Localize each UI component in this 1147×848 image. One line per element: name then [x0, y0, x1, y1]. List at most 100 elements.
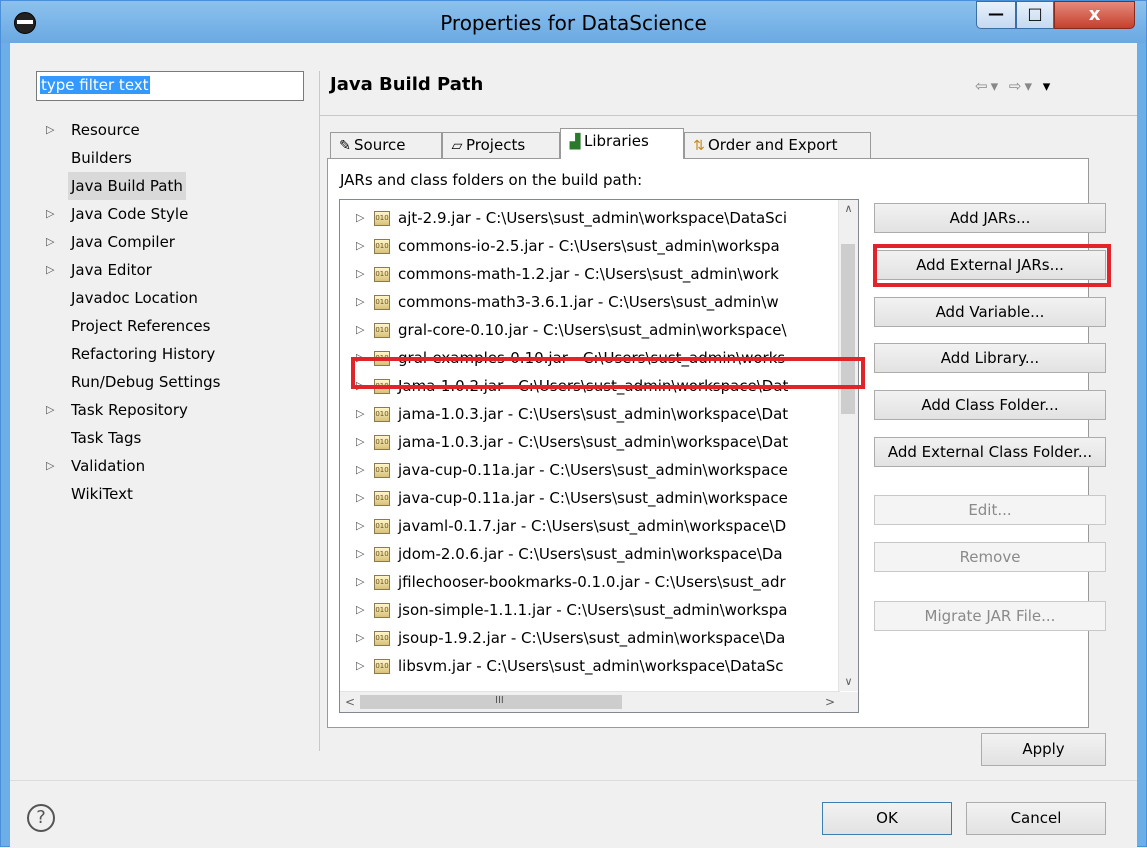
- cancel-button[interactable]: Cancel: [966, 802, 1106, 835]
- scroll-right-icon[interactable]: >: [821, 693, 839, 711]
- library-row[interactable]: ▷ 010 commons-math-1.2.jar - C:\Users\sust…: [340, 260, 840, 288]
- expand-arrow-icon[interactable]: ▷: [356, 400, 364, 428]
- library-entry-label: jsoup-1.9.2.jar - C:\Users\sust_admin\wo…: [398, 629, 786, 647]
- filter-text[interactable]: type filter text: [40, 76, 150, 94]
- expand-arrow-icon[interactable]: ▷: [356, 204, 364, 232]
- expand-arrow-icon[interactable]: ▷: [46, 200, 60, 228]
- remove-button[interactable]: Remove: [874, 542, 1106, 572]
- library-row[interactable]: ▷ 010 jsoup-1.9.2.jar - C:\Users\sust_admi…: [340, 624, 840, 652]
- minimize-icon: —: [988, 4, 1004, 23]
- maximize-button[interactable]: □: [1016, 1, 1054, 29]
- libraries-list[interactable]: ▷ 010 ajt-2.9.jar - C:\Users\sust_admin\wo…: [339, 199, 859, 713]
- expand-arrow-icon[interactable]: ▷: [356, 512, 364, 540]
- scroll-up-icon[interactable]: ∧: [839, 200, 858, 218]
- add-jars-button[interactable]: Add JARs...: [874, 203, 1106, 233]
- migrate-jar-button[interactable]: Migrate JAR File...: [874, 601, 1106, 631]
- expand-arrow-icon[interactable]: ▷: [46, 396, 60, 424]
- sidebar-item-label: Java Editor: [71, 261, 152, 279]
- footer-divider: [10, 780, 1137, 781]
- expand-arrow-icon[interactable]: ▷: [356, 540, 364, 568]
- sidebar-item-label: Task Tags: [71, 429, 142, 447]
- help-icon[interactable]: ?: [27, 804, 55, 832]
- library-row[interactable]: ▷ 010 java-cup-0.11a.jar - C:\Users\sust_a…: [340, 484, 840, 512]
- vertical-scrollbar[interactable]: ∧ ∨: [838, 200, 858, 691]
- library-row[interactable]: ▷ 010 javaml-0.1.7.jar - C:\Users\sust_adm…: [340, 512, 840, 540]
- highlight-add-external-jars: [873, 244, 1111, 287]
- add-variable-button[interactable]: Add Variable...: [874, 297, 1106, 327]
- jar-file-icon: 010: [374, 659, 390, 674]
- properties-window: Properties for DataScience — □ x type fi…: [0, 0, 1147, 848]
- jar-file-icon: 010: [374, 547, 390, 562]
- jar-file-icon: 010: [374, 519, 390, 534]
- expand-arrow-icon[interactable]: ▷: [356, 568, 364, 596]
- expand-arrow-icon[interactable]: ▷: [46, 116, 60, 144]
- jar-file-icon: 010: [374, 407, 390, 422]
- pane-divider[interactable]: [319, 71, 320, 751]
- library-row[interactable]: ▷ 010 java-cup-0.11a.jar - C:\Users\sust_a…: [340, 456, 840, 484]
- library-entry-label: libsvm.jar - C:\Users\sust_admin\workspa…: [398, 657, 784, 675]
- apply-button[interactable]: Apply: [981, 733, 1106, 766]
- library-row[interactable]: ▷ 010 ajt-2.9.jar - C:\Users\sust_admin\wo…: [340, 204, 840, 232]
- tab-libraries[interactable]: ▟ Libraries: [560, 128, 684, 159]
- edit-button[interactable]: Edit...: [874, 495, 1106, 525]
- library-icon: ▟: [569, 134, 581, 150]
- expand-arrow-icon[interactable]: ▷: [356, 652, 364, 680]
- jar-file-icon: 010: [374, 239, 390, 254]
- expand-arrow-icon[interactable]: ▷: [46, 452, 60, 480]
- expand-arrow-icon[interactable]: ▷: [46, 256, 60, 284]
- add-library-button[interactable]: Add Library...: [874, 343, 1106, 373]
- library-row[interactable]: ▷ 010 json-simple-1.1.1.jar - C:\Users\sus…: [340, 596, 840, 624]
- expand-arrow-icon[interactable]: ▷: [356, 288, 364, 316]
- add-external-class-folder-button[interactable]: Add External Class Folder...: [874, 437, 1106, 467]
- back-arrow-icon[interactable]: ⇦: [975, 77, 991, 95]
- expand-arrow-icon[interactable]: ▷: [356, 484, 364, 512]
- expand-arrow-icon[interactable]: ▷: [356, 428, 364, 456]
- expand-arrow-icon[interactable]: ▷: [356, 260, 364, 288]
- scroll-down-icon[interactable]: ∨: [839, 673, 858, 691]
- library-row[interactable]: ▷ 010 jdom-2.0.6.jar - C:\Users\sust_admin…: [340, 540, 840, 568]
- forward-menu-icon[interactable]: ▾: [1024, 77, 1035, 95]
- tab-order-export[interactable]: ⇅ Order and Export: [684, 132, 871, 158]
- library-row[interactable]: ▷ 010 jfilechooser-bookmarks-0.1.0.jar - C…: [340, 568, 840, 596]
- expand-arrow-icon[interactable]: ▷: [356, 316, 364, 344]
- jar-file-icon: 010: [374, 575, 390, 590]
- header-divider: [320, 115, 1137, 116]
- horizontal-scrollbar[interactable]: < III >: [340, 691, 840, 712]
- tab-projects[interactable]: ▱ Projects: [442, 132, 560, 158]
- ok-button[interactable]: OK: [822, 802, 952, 835]
- tab-source[interactable]: ✎ Source: [330, 132, 442, 158]
- sidebar-item-label: Java Code Style: [71, 205, 189, 223]
- scroll-grip: III: [495, 695, 504, 706]
- expand-arrow-icon[interactable]: ▷: [46, 228, 60, 256]
- close-button[interactable]: x: [1054, 1, 1135, 29]
- sidebar-item-label: WikiText: [71, 485, 133, 503]
- horizontal-scroll-thumb[interactable]: III: [360, 695, 622, 709]
- expand-arrow-icon[interactable]: ▷: [356, 232, 364, 260]
- window-title: Properties for DataScience: [440, 11, 707, 35]
- library-row[interactable]: ▷ 010 commons-math3-3.6.1.jar - C:\Users\s…: [340, 288, 840, 316]
- back-menu-icon[interactable]: ▾: [991, 77, 1002, 95]
- library-row[interactable]: ▷ 010 jama-1.0.3.jar - C:\Users\sust_admin…: [340, 400, 840, 428]
- scroll-left-icon[interactable]: <: [341, 693, 359, 711]
- library-entry-label: jfilechooser-bookmarks-0.1.0.jar - C:\Us…: [398, 573, 786, 591]
- expand-arrow-icon[interactable]: ▷: [356, 624, 364, 652]
- sidebar-item-label: Java Build Path: [68, 172, 186, 200]
- library-row[interactable]: ▷ 010 jama-1.0.3.jar - C:\Users\sust_admin…: [340, 428, 840, 456]
- title-bar[interactable]: Properties for DataScience — □ x: [1, 1, 1146, 43]
- jar-file-icon: 010: [374, 323, 390, 338]
- library-row[interactable]: ▷ 010 libsvm.jar - C:\Users\sust_admin\wor…: [340, 652, 840, 680]
- library-row[interactable]: ▷ 010 gral-core-0.10.jar - C:\Users\sust_a…: [340, 316, 840, 344]
- maximize-icon: □: [1027, 4, 1043, 23]
- minimize-button[interactable]: —: [976, 1, 1016, 29]
- filter-input[interactable]: type filter text: [36, 71, 304, 101]
- library-entry-label: json-simple-1.1.1.jar - C:\Users\sust_ad…: [398, 601, 788, 619]
- expand-arrow-icon[interactable]: ▷: [356, 456, 364, 484]
- expand-arrow-icon[interactable]: ▷: [356, 596, 364, 624]
- jar-file-icon: 010: [374, 603, 390, 618]
- forward-arrow-icon[interactable]: ⇨: [1009, 77, 1025, 95]
- add-class-folder-button[interactable]: Add Class Folder...: [874, 390, 1106, 420]
- library-row[interactable]: ▷ 010 commons-io-2.5.jar - C:\Users\sust_a…: [340, 232, 840, 260]
- library-entry-label: java-cup-0.11a.jar - C:\Users\sust_admin…: [398, 461, 788, 479]
- library-entry-label: jama-1.0.3.jar - C:\Users\sust_admin\wor…: [398, 433, 789, 451]
- view-menu-icon[interactable]: ▾: [1043, 77, 1054, 95]
